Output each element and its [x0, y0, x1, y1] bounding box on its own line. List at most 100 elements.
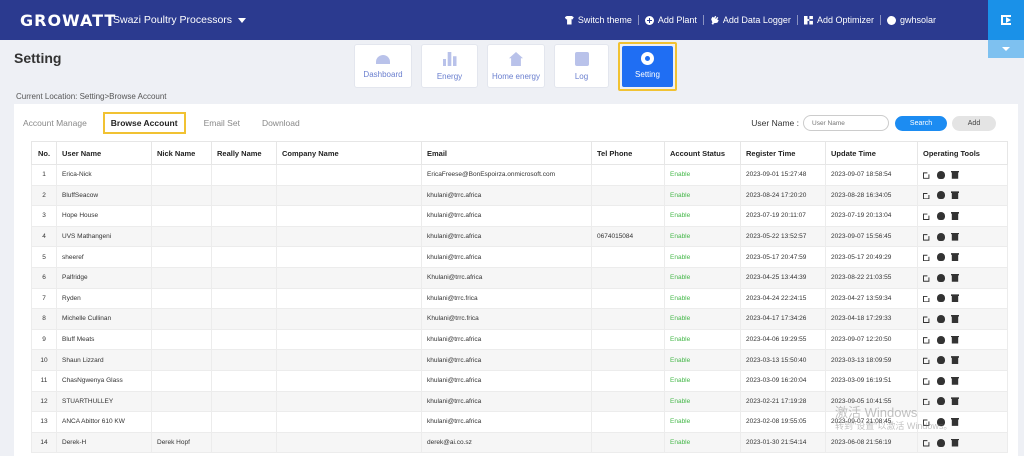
delete-icon[interactable]: [951, 438, 959, 447]
logout-button[interactable]: [988, 0, 1024, 40]
table-row: 6 Palfridge Khulani@trrc.africa Enable 2023-…: [31, 266, 1008, 289]
register-time-cell: 2023-05-22 13:52:57: [740, 225, 826, 248]
delete-icon[interactable]: [951, 211, 959, 220]
collapse-button[interactable]: [988, 40, 1024, 58]
add-optimizer-button[interactable]: Add Optimizer: [798, 15, 880, 25]
tab-email-set[interactable]: Email Set: [204, 118, 240, 128]
delete-icon[interactable]: [951, 335, 959, 344]
edit-icon[interactable]: [923, 440, 930, 447]
user-permission-icon[interactable]: [937, 438, 945, 447]
edit-icon[interactable]: [923, 357, 930, 365]
table-row: 10 Shaun Lizzard khulani@trrc.africa Enable…: [31, 349, 1008, 371]
edit-icon[interactable]: [923, 275, 930, 282]
email-cell: khulani@trrc.africa: [421, 184, 592, 207]
update-time-cell: 2023-05-17 20:49:29: [825, 246, 918, 268]
delete-icon[interactable]: [951, 314, 959, 323]
update-time-cell: 2023-06-08 21:56:19: [825, 431, 918, 454]
search-button[interactable]: Search: [895, 115, 947, 131]
add-data-logger-button[interactable]: Add Data Logger: [704, 15, 797, 25]
column-header: Tel Phone: [591, 141, 665, 165]
search-label: User Name :: [751, 118, 799, 128]
add-button[interactable]: Add: [952, 115, 996, 131]
update-time-cell: 2023-03-09 16:19:51: [825, 369, 918, 392]
delete-icon[interactable]: [951, 170, 959, 179]
tel-phone-cell: [591, 369, 665, 392]
delete-icon[interactable]: [951, 273, 959, 282]
nav-dashboard[interactable]: Dashboard: [354, 44, 412, 88]
operating-tools-cell: [917, 266, 1008, 289]
growatt-logo[interactable]: GROWATT: [20, 11, 115, 30]
register-time-cell: 2023-04-25 13:44:39: [740, 266, 826, 289]
delete-icon[interactable]: [951, 191, 959, 200]
username-label: gwhsolar: [899, 15, 936, 25]
column-header: User Name: [56, 141, 152, 165]
really-name-cell: [211, 225, 277, 248]
nick-name-cell: [151, 328, 212, 351]
row-tools: [923, 438, 1007, 447]
company-name-cell: [276, 225, 422, 248]
user-menu[interactable]: gwhsolar: [881, 15, 942, 25]
nav-home-energy[interactable]: Home energy: [487, 44, 545, 88]
edit-icon[interactable]: [923, 378, 930, 385]
edit-icon[interactable]: [923, 254, 930, 262]
nick-name-cell: [151, 411, 212, 433]
nick-name-cell: [151, 205, 212, 227]
column-header: Really Name: [211, 141, 277, 165]
delete-icon[interactable]: [951, 232, 959, 241]
delete-icon[interactable]: [951, 376, 959, 385]
add-plant-button[interactable]: Add Plant: [639, 15, 703, 25]
tel-phone-cell: [591, 328, 665, 351]
user-permission-icon[interactable]: [937, 273, 945, 282]
delete-icon[interactable]: [951, 397, 959, 406]
table-row: 11 ChasNgwenya Glass khulani@trrc.africa En…: [31, 369, 1008, 392]
edit-icon[interactable]: [923, 295, 930, 303]
user-name-cell: Shaun Lizzard: [56, 349, 152, 371]
plant-selector[interactable]: Swazi Poultry Processors: [113, 14, 247, 26]
nav-setting[interactable]: Setting: [618, 42, 677, 91]
edit-icon[interactable]: [923, 337, 930, 344]
user-permission-icon[interactable]: [937, 170, 945, 179]
table-row: 2 BluffSeacow khulani@trrc.africa Enable 202…: [31, 184, 1008, 207]
edit-icon[interactable]: [923, 172, 930, 179]
user-permission-icon[interactable]: [937, 211, 945, 220]
company-name-cell: [276, 164, 422, 186]
edit-icon[interactable]: [923, 192, 930, 200]
switch-theme-button[interactable]: Switch theme: [559, 15, 638, 25]
edit-icon[interactable]: [923, 398, 930, 406]
user-permission-icon[interactable]: [937, 294, 945, 303]
user-permission-icon[interactable]: [937, 314, 945, 323]
row-tools: [923, 314, 1007, 323]
tab-download[interactable]: Download: [262, 118, 300, 128]
tab-account-manage[interactable]: Account Manage: [23, 118, 87, 128]
really-name-cell: [211, 246, 277, 268]
register-time-cell: 2023-04-17 17:34:26: [740, 308, 826, 330]
user-permission-icon[interactable]: [937, 191, 945, 200]
user-permission-icon[interactable]: [937, 253, 945, 262]
home-icon: [509, 52, 523, 66]
user-permission-icon[interactable]: [937, 397, 945, 406]
gauge-icon: [376, 55, 390, 64]
shirt-icon: [564, 15, 574, 25]
column-header: Nick Name: [151, 141, 212, 165]
tab-browse-account[interactable]: Browse Account: [102, 112, 186, 134]
register-time-cell: 2023-04-06 19:29:55: [740, 328, 826, 351]
user-permission-icon[interactable]: [937, 376, 945, 385]
grid-icon: [803, 15, 813, 25]
user-permission-icon[interactable]: [937, 232, 945, 241]
nav-energy[interactable]: Energy: [421, 44, 478, 88]
nav-log[interactable]: Log: [554, 44, 609, 88]
tel-phone-cell: [591, 308, 665, 330]
update-time-cell: 2023-07-19 20:13:04: [825, 205, 918, 227]
edit-icon[interactable]: [923, 234, 930, 241]
edit-icon[interactable]: [923, 213, 930, 220]
user-permission-icon[interactable]: [937, 335, 945, 344]
delete-icon[interactable]: [951, 356, 959, 365]
row-tools: [923, 294, 1007, 303]
delete-icon[interactable]: [951, 294, 959, 303]
really-name-cell: [211, 349, 277, 371]
delete-icon[interactable]: [951, 253, 959, 262]
user-permission-icon[interactable]: [937, 356, 945, 365]
edit-icon[interactable]: [923, 316, 930, 323]
username-search-input[interactable]: [803, 115, 889, 131]
tel-phone-cell: [591, 184, 665, 207]
